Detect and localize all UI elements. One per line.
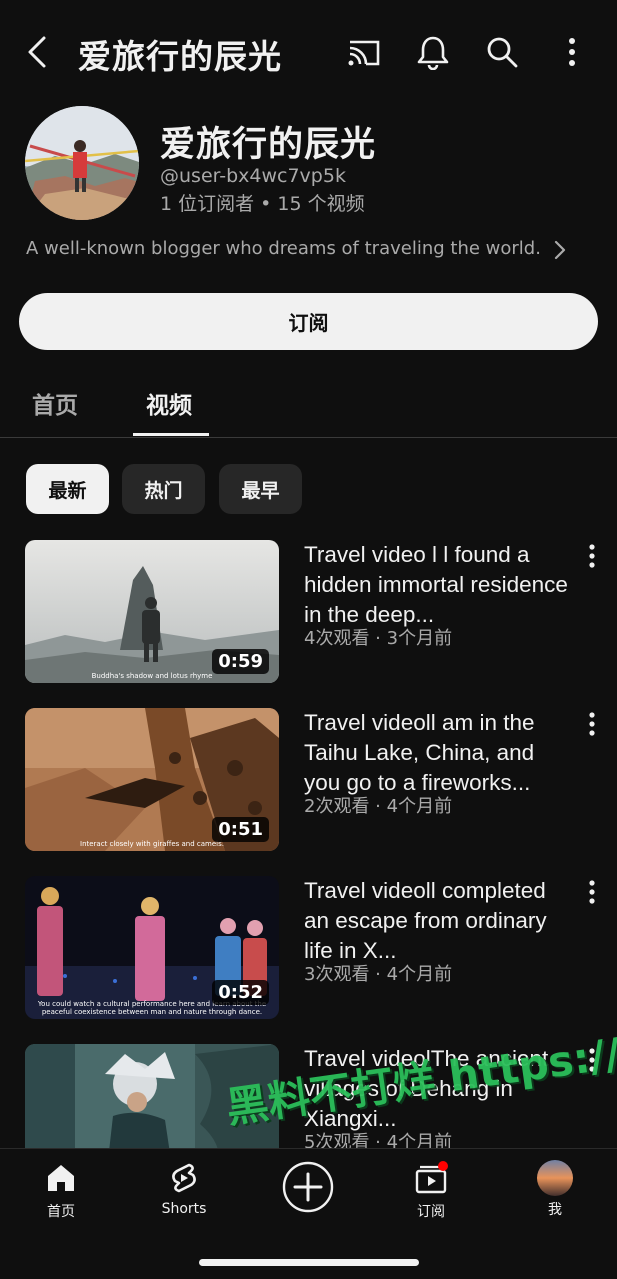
chevron-right-icon[interactable] <box>548 236 572 264</box>
channel-handle: @user-bx4wc7vp5k <box>160 165 346 187</box>
nav-shorts-label: Shorts <box>161 1201 207 1217</box>
nav-you[interactable]: 我 <box>510 1160 600 1219</box>
nav-shorts[interactable]: Shorts <box>139 1161 229 1217</box>
video-thumbnail[interactable]: Buddha's shadow and lotus rhyme 0:59 <box>25 540 279 683</box>
nav-home[interactable]: 首页 <box>16 1161 106 1221</box>
video-title[interactable]: Travel video l l found a hidden immortal… <box>304 540 576 630</box>
active-tab-indicator <box>133 433 209 436</box>
more-vertical-icon[interactable] <box>582 878 602 906</box>
back-icon[interactable] <box>22 34 54 70</box>
nav-home-label: 首页 <box>47 1204 75 1220</box>
more-vertical-icon[interactable] <box>582 542 602 570</box>
filter-chip-popular[interactable]: 热门 <box>122 464 205 514</box>
search-icon[interactable] <box>484 34 520 70</box>
video-duration: 0:51 <box>212 817 269 842</box>
video-title[interactable]: Travel videoll am in the Taihu Lake, Chi… <box>304 708 576 798</box>
video-meta: 4次观看 · 3个月前 <box>304 628 453 649</box>
nav-you-label: 我 <box>548 1202 562 1218</box>
video-title[interactable]: Travel videoll completed an escape from … <box>304 876 576 966</box>
tab-divider <box>0 437 617 438</box>
top-bar: 爱旅行的辰光 <box>0 0 617 106</box>
page-title: 爱旅行的辰光 <box>78 37 282 76</box>
channel-stats: 1 位订阅者 • 15 个视频 <box>160 193 365 215</box>
create-button[interactable] <box>282 1161 334 1213</box>
avatar-icon <box>537 1160 573 1196</box>
more-vertical-icon[interactable] <box>582 710 602 738</box>
subscribe-button[interactable]: 订阅 <box>19 293 598 350</box>
video-meta: 3次观看 · 4个月前 <box>304 964 453 985</box>
video-thumbnail[interactable]: Interact closely with giraffes and camel… <box>25 708 279 851</box>
more-vertical-icon[interactable] <box>554 34 590 70</box>
video-duration: 0:52 <box>212 980 269 1005</box>
home-icon <box>48 1165 74 1191</box>
filter-chip-latest[interactable]: 最新 <box>26 464 109 514</box>
video-duration: 0:59 <box>212 649 269 674</box>
channel-description[interactable]: A well-known blogger who dreams of trave… <box>26 238 546 259</box>
channel-name: 爱旅行的辰光 <box>160 125 377 165</box>
subscriptions-icon <box>415 1161 448 1194</box>
channel-avatar[interactable] <box>25 106 139 220</box>
video-item[interactable]: Buddha's shadow and lotus rhyme 0:59 Tra… <box>0 540 617 685</box>
shorts-icon <box>172 1163 196 1193</box>
nav-subscriptions[interactable]: 订阅 <box>386 1161 476 1221</box>
tab-home[interactable]: 首页 <box>32 386 78 420</box>
cast-icon[interactable] <box>346 34 382 70</box>
channel-page: 爱旅行的辰光 爱旅行的辰光 @user-bx4wc7vp5k 1 位订阅者 • … <box>0 0 617 1279</box>
video-item[interactable]: You could watch a cultural performance h… <box>0 876 617 1021</box>
home-indicator <box>199 1259 419 1266</box>
video-item[interactable]: Interact closely with giraffes and camel… <box>0 708 617 853</box>
video-meta: 2次观看 · 4个月前 <box>304 796 453 817</box>
video-thumbnail[interactable]: You could watch a cultural performance h… <box>25 876 279 1019</box>
nav-subscriptions-label: 订阅 <box>417 1204 445 1220</box>
filter-chip-oldest[interactable]: 最早 <box>219 464 302 514</box>
tab-videos[interactable]: 视频 <box>146 386 192 420</box>
bell-icon[interactable] <box>415 34 451 70</box>
